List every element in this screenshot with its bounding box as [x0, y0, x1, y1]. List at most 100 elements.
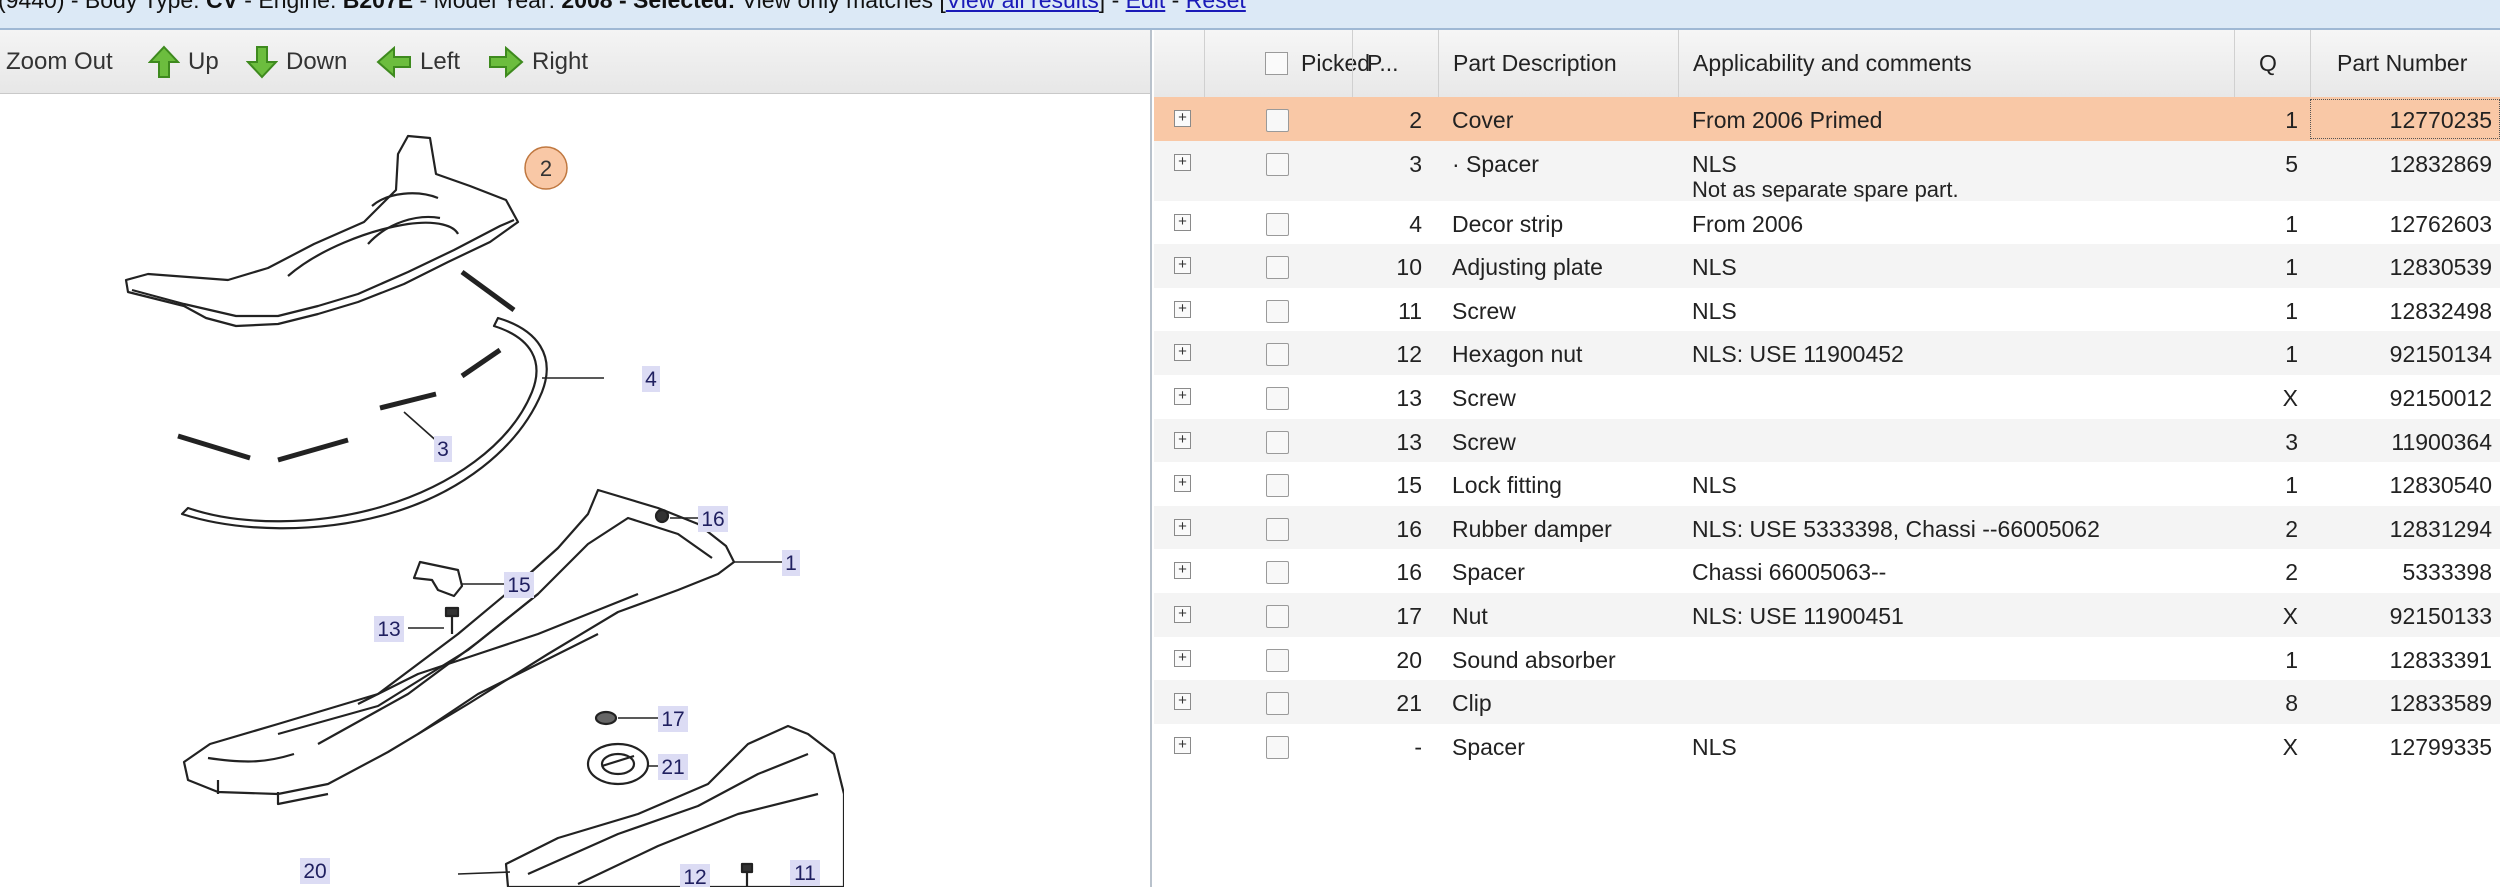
part-number-column-header[interactable]: Part Number: [2310, 30, 2500, 97]
callout-4[interactable]: 4: [642, 366, 660, 392]
edit-link[interactable]: Edit: [1126, 0, 1166, 13]
picked-checkbox[interactable]: [1266, 430, 1289, 454]
part-rubber-damper: [654, 508, 670, 524]
expand-row-icon[interactable]: +: [1174, 475, 1191, 493]
callout-2[interactable]: 2: [524, 146, 568, 190]
picked-checkbox[interactable]: [1266, 517, 1289, 541]
expand-row-icon[interactable]: +: [1174, 300, 1191, 318]
callout-11[interactable]: 11: [790, 860, 820, 886]
description-column-header[interactable]: Part Description: [1438, 30, 1678, 97]
pan-right-button[interactable]: Right: [488, 30, 588, 93]
part-number-cell: 92150134: [2389, 341, 2492, 368]
select-all-checkbox[interactable]: [1265, 52, 1288, 75]
picked-checkbox[interactable]: [1266, 692, 1289, 716]
callout-16[interactable]: 16: [698, 506, 728, 532]
zoom-out-button[interactable]: Zoom Out: [0, 30, 113, 93]
table-row[interactable]: +21 Clip 8 12833589: [1154, 680, 2500, 724]
expand-row-icon[interactable]: +: [1174, 562, 1191, 580]
expand-row-icon[interactable]: +: [1174, 213, 1191, 231]
svg-text:13: 13: [377, 618, 400, 641]
picked-checkbox[interactable]: [1266, 605, 1289, 628]
part-number-cell: 92150012: [2389, 385, 2492, 411]
table-row[interactable]: +10 Adjusting plate NLS 1 12830539: [1154, 244, 2500, 288]
expand-row-icon[interactable]: +: [1174, 649, 1191, 667]
table-row[interactable]: +15 Lock fitting NLS 1 12830540: [1154, 462, 2500, 506]
expand-row-icon[interactable]: +: [1174, 257, 1191, 275]
callout-17[interactable]: 17: [658, 706, 688, 732]
position-cell: 2: [1409, 107, 1422, 133]
picked-checkbox[interactable]: [1266, 152, 1289, 176]
picked-checkbox[interactable]: [1266, 561, 1289, 585]
picked-checkbox[interactable]: [1266, 256, 1289, 280]
table-row[interactable]: +3 · Spacer NLS Not as separate spare part.…: [1154, 140, 2500, 202]
callout-21[interactable]: 21: [658, 754, 688, 780]
table-row[interactable]: +12 Hexagon nut NLS: USE 11900452 1 92150134: [1154, 331, 2500, 375]
expand-row-icon[interactable]: +: [1174, 606, 1191, 623]
quantity-cell: 1: [2285, 472, 2298, 499]
expand-row-icon[interactable]: +: [1174, 153, 1191, 171]
part-number-cell: 12762603: [2389, 210, 2492, 237]
pan-left-button[interactable]: Left: [376, 30, 460, 93]
pan-down-button[interactable]: Down: [246, 30, 347, 93]
arrow-left-icon: [376, 45, 411, 78]
exploded-parts-diagram: 2 3 4 16 15 1 13 17 21 20 12 11: [118, 94, 846, 889]
applicability-cell: NLS: [1692, 297, 1737, 324]
picked-checkbox[interactable]: [1266, 474, 1289, 498]
expand-row-icon[interactable]: +: [1174, 736, 1191, 754]
applicability-cell: NLS: [1692, 254, 1737, 281]
table-row[interactable]: +4 Decor strip From 2006 1 12762603: [1154, 201, 2500, 245]
expand-row-icon[interactable]: +: [1174, 344, 1191, 362]
applicability-cell: NLS: [1692, 733, 1737, 760]
expand-row-icon[interactable]: +: [1174, 388, 1191, 405]
quantity-column-header[interactable]: Q: [2234, 30, 2310, 97]
callout-3[interactable]: 3: [434, 436, 452, 462]
part-number-cell: 12830539: [2389, 254, 2492, 281]
part-clip: [586, 742, 650, 786]
table-row[interactable]: +2 Cover From 2006 Primed 1 12770235: [1154, 97, 2500, 141]
svg-text:12: 12: [683, 866, 706, 887]
applicability-column-header[interactable]: Applicability and comments: [1678, 30, 2234, 97]
expand-row-icon[interactable]: +: [1174, 693, 1191, 711]
picked-checkbox[interactable]: [1266, 735, 1289, 759]
callout-20[interactable]: 20: [300, 858, 330, 884]
part-nut: [594, 710, 618, 726]
body-type-value: CV: [205, 0, 238, 13]
svg-text:16: 16: [701, 508, 724, 531]
pan-up-button[interactable]: Up: [148, 30, 219, 93]
table-row[interactable]: +16 Rubber damper NLS: USE 5333398, Chassi…: [1154, 505, 2500, 550]
table-row[interactable]: +13 Screw 3 11900364: [1154, 418, 2500, 463]
expand-row-icon[interactable]: +: [1174, 110, 1191, 127]
position-cell: 10: [1396, 254, 1422, 281]
vehicle-info-bar: (9440) - Body Type: CV - Engine: B207E -…: [0, 0, 2500, 30]
expand-row-icon[interactable]: +: [1174, 431, 1191, 449]
callout-12[interactable]: 12: [680, 864, 710, 889]
applicability-cell: NLS: USE 11900451: [1692, 603, 1904, 629]
view-all-results-link[interactable]: View all results: [946, 0, 1099, 13]
callout-15[interactable]: 15: [504, 572, 534, 598]
picked-checkbox[interactable]: [1266, 109, 1289, 132]
position-cell: 16: [1396, 559, 1422, 586]
table-row[interactable]: +17 Nut NLS: USE 11900451 X 92150133: [1154, 593, 2500, 637]
description-cell: Spacer: [1452, 733, 1525, 760]
table-row[interactable]: +13 Screw X 92150012: [1154, 375, 2500, 419]
table-row[interactable]: +11 Screw NLS 1 12832498: [1154, 288, 2500, 332]
part-screw-11: [740, 862, 754, 887]
callout-1[interactable]: 1: [782, 550, 800, 576]
table-row[interactable]: + - Spacer NLS X 12799335: [1154, 724, 2500, 768]
picked-checkbox[interactable]: [1266, 648, 1289, 672]
applicability-cell: From 2006 Primed: [1692, 107, 1883, 133]
picked-checkbox[interactable]: [1266, 212, 1289, 236]
picked-column-header[interactable]: Picked: [1204, 30, 1370, 97]
picked-checkbox[interactable]: [1266, 343, 1289, 367]
picked-checkbox[interactable]: [1266, 387, 1289, 410]
table-row[interactable]: +20 Sound absorber 1 12833391: [1154, 637, 2500, 681]
expand-row-icon[interactable]: +: [1174, 518, 1191, 536]
callout-13[interactable]: 13: [374, 616, 404, 642]
table-row[interactable]: +16 Spacer Chassi 66005063-- 2 5333398: [1154, 549, 2500, 593]
description-cell: Screw: [1452, 428, 1516, 455]
reset-link[interactable]: Reset: [1186, 0, 1246, 13]
position-column-header[interactable]: P...: [1352, 30, 1438, 97]
svg-text:15: 15: [507, 574, 530, 597]
description-cell: Rubber damper: [1452, 515, 1612, 542]
picked-checkbox[interactable]: [1266, 299, 1289, 323]
